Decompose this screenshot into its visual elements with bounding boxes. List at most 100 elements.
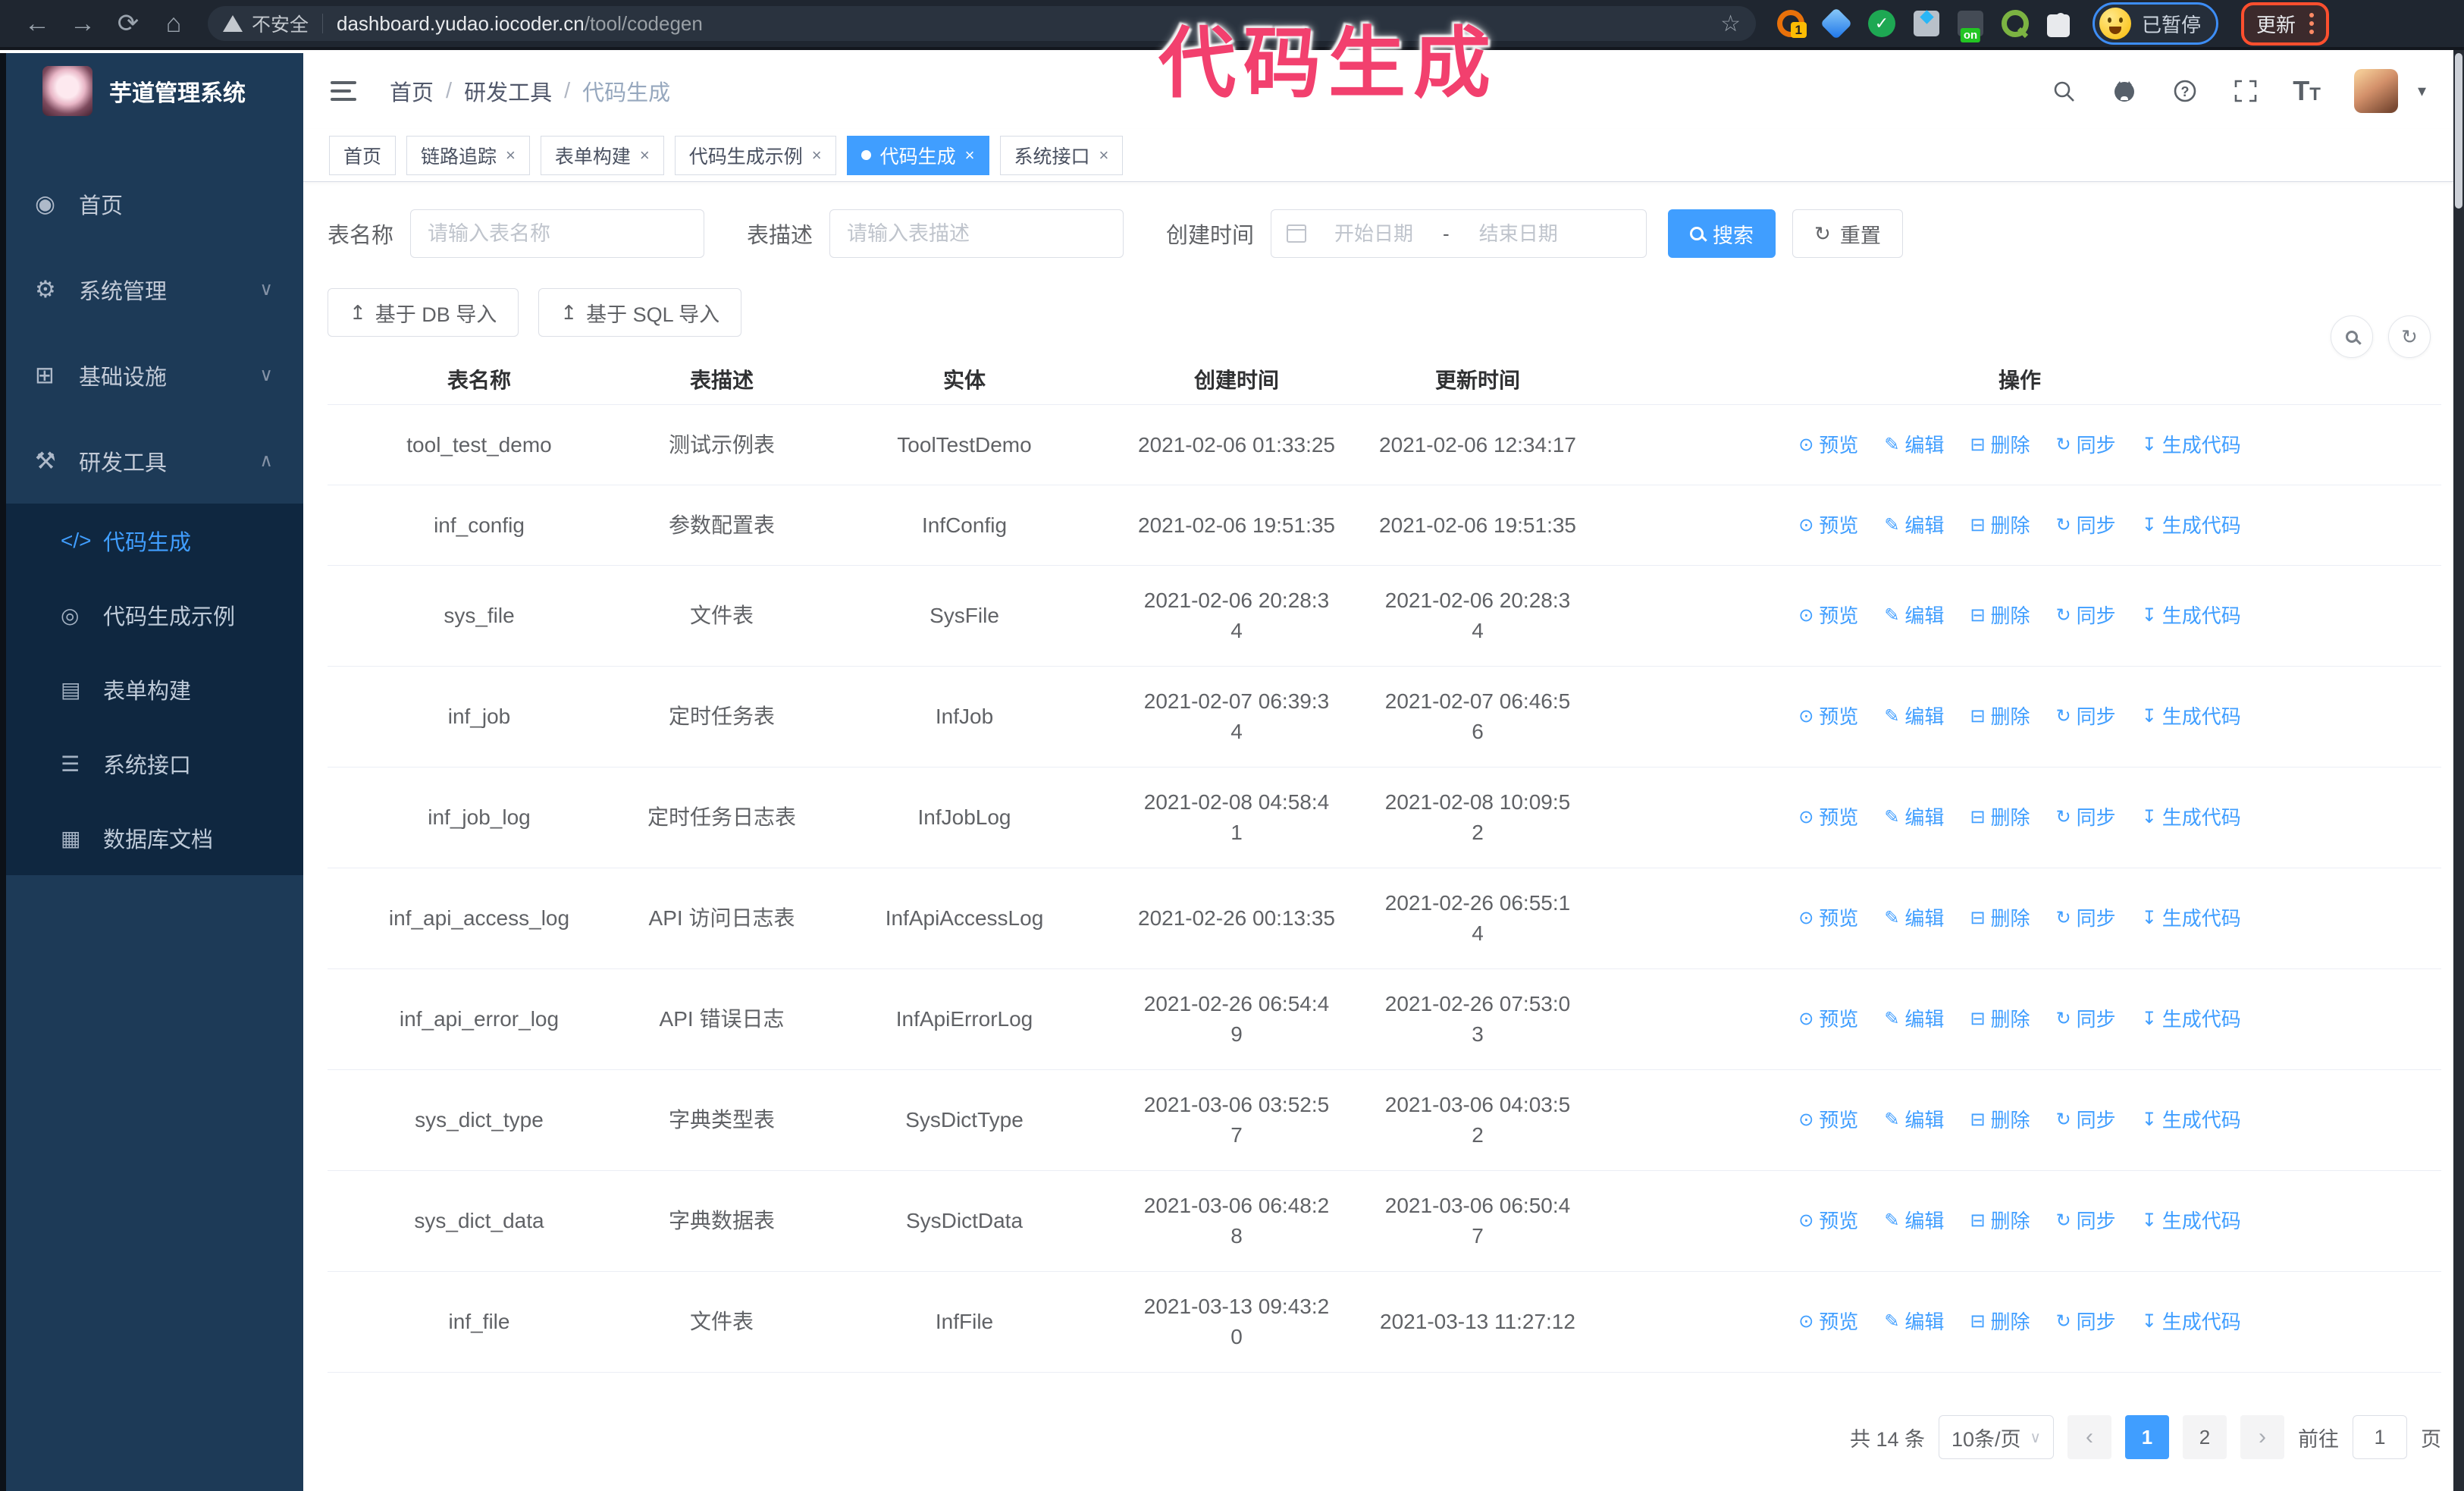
action-sync-link[interactable]: ↻ 同步 <box>2056 510 2116 541</box>
close-icon[interactable]: × <box>506 146 516 165</box>
action-generate-link[interactable]: ↧ 生成代码 <box>2142 1307 2241 1337</box>
action-delete-link[interactable]: ⊟ 删除 <box>1970 1307 2030 1337</box>
sidebar-item-codegen[interactable]: </> 代码生成 <box>6 504 303 578</box>
tab-system-api[interactable]: 系统接口 × <box>999 135 1124 175</box>
table-row[interactable]: inf_api_access_log API 访问日志表 InfApiAcces… <box>328 868 2441 969</box>
tab-tracing[interactable]: 链路追踪 × <box>406 135 530 175</box>
action-preview-link[interactable]: ⊙ 预览 <box>1798 903 1858 934</box>
action-sync-link[interactable]: ↻ 同步 <box>2056 1105 2116 1135</box>
update-button[interactable]: 更新 <box>2256 10 2296 38</box>
table-row[interactable]: inf_job_log 定时任务日志表 InfJobLog 2021-02-08… <box>328 767 2441 868</box>
table-row[interactable]: inf_api_error_log API 错误日志 InfApiErrorLo… <box>328 969 2441 1070</box>
action-delete-link[interactable]: ⊟ 删除 <box>1970 601 2030 631</box>
action-edit-link[interactable]: ✎ 编辑 <box>1884 601 1944 631</box>
action-preview-link[interactable]: ⊙ 预览 <box>1798 702 1858 732</box>
extension-icon-key[interactable] <box>2002 10 2029 37</box>
tab-home[interactable]: 首页 <box>329 135 397 175</box>
page-button-2[interactable]: 2 <box>2183 1415 2227 1459</box>
table-row[interactable]: tool_test_demo 测试示例表 ToolTestDemo 2021-0… <box>328 405 2441 485</box>
help-icon[interactable]: ? <box>2171 77 2199 105</box>
action-preview-link[interactable]: ⊙ 预览 <box>1798 510 1858 541</box>
action-sync-link[interactable]: ↻ 同步 <box>2056 903 2116 934</box>
extensions-puzzle-icon[interactable] <box>2047 13 2070 37</box>
breadcrumb-devtools[interactable]: 研发工具 <box>464 75 552 107</box>
action-delete-link[interactable]: ⊟ 删除 <box>1970 702 2030 732</box>
action-generate-link[interactable]: ↧ 生成代码 <box>2142 430 2241 460</box>
close-icon[interactable]: × <box>812 146 822 165</box>
action-sync-link[interactable]: ↻ 同步 <box>2056 802 2116 833</box>
action-edit-link[interactable]: ✎ 编辑 <box>1884 702 1944 732</box>
page-button-1[interactable]: 1 <box>2125 1415 2169 1459</box>
bookmark-star-icon[interactable]: ☆ <box>1720 11 1741 37</box>
action-edit-link[interactable]: ✎ 编辑 <box>1884 903 1944 934</box>
sidebar-item-codegen-example[interactable]: ◎ 代码生成示例 <box>6 578 303 652</box>
extension-icon-shield-check[interactable]: ✓ <box>1868 10 1895 37</box>
action-delete-link[interactable]: ⊟ 删除 <box>1970 802 2030 833</box>
table-row[interactable]: inf_config 参数配置表 InfConfig 2021-02-06 19… <box>328 485 2441 566</box>
sidebar-item-home[interactable]: ◉ 首页 <box>6 161 303 246</box>
breadcrumb-home[interactable]: 首页 <box>390 75 434 107</box>
action-sync-link[interactable]: ↻ 同步 <box>2056 1206 2116 1236</box>
search-button[interactable]: 搜索 <box>1668 209 1776 258</box>
action-preview-link[interactable]: ⊙ 预览 <box>1798 1206 1858 1236</box>
table-row[interactable]: inf_job 定时任务表 InfJob 2021-02-07 06:39:3 … <box>328 667 2441 767</box>
date-range-picker[interactable]: - <box>1271 209 1647 258</box>
fullscreen-icon[interactable] <box>2232 77 2259 105</box>
action-preview-link[interactable]: ⊙ 预览 <box>1798 802 1858 833</box>
action-generate-link[interactable]: ↧ 生成代码 <box>2142 1206 2241 1236</box>
action-delete-link[interactable]: ⊟ 删除 <box>1970 1206 2030 1236</box>
sidebar-item-devtools[interactable]: ⚒ 研发工具 ∧ <box>6 418 303 504</box>
avatar-caret-icon[interactable]: ▾ <box>2418 81 2426 101</box>
next-page-button[interactable]: › <box>2240 1415 2284 1459</box>
action-sync-link[interactable]: ↻ 同步 <box>2056 1004 2116 1034</box>
sidebar-logo[interactable]: 芋道管理系统 <box>6 53 303 129</box>
action-generate-link[interactable]: ↧ 生成代码 <box>2142 510 2241 541</box>
jump-page-input[interactable] <box>2353 1415 2407 1459</box>
reset-button[interactable]: ↻ 重置 <box>1792 209 1903 258</box>
extension-icon-orange[interactable]: 1 <box>1777 10 1807 38</box>
close-icon[interactable]: × <box>640 146 650 165</box>
browser-profile-chip[interactable]: 已暂停 <box>2093 2 2219 45</box>
table-desc-input[interactable] <box>829 209 1124 258</box>
action-edit-link[interactable]: ✎ 编辑 <box>1884 802 1944 833</box>
back-icon[interactable]: ← <box>20 9 55 39</box>
tab-codegen[interactable]: 代码生成 × <box>846 135 989 175</box>
scrollbar[interactable] <box>2453 50 2464 1491</box>
home-icon[interactable]: ⌂ <box>156 9 191 39</box>
action-edit-link[interactable]: ✎ 编辑 <box>1884 1105 1944 1135</box>
action-delete-link[interactable]: ⊟ 删除 <box>1970 1105 2030 1135</box>
user-avatar[interactable] <box>2353 69 2398 113</box>
action-sync-link[interactable]: ↻ 同步 <box>2056 702 2116 732</box>
tab-form-builder[interactable]: 表单构建 × <box>540 135 664 175</box>
table-row[interactable]: sys_dict_type 字典类型表 SysDictType 2021-03-… <box>328 1070 2441 1171</box>
reload-icon[interactable]: ⟳ <box>111 8 146 39</box>
action-sync-link[interactable]: ↻ 同步 <box>2056 1307 2116 1337</box>
tab-codegen-example[interactable]: 代码生成示例 × <box>674 135 836 175</box>
action-edit-link[interactable]: ✎ 编辑 <box>1884 1206 1944 1236</box>
font-size-icon[interactable]: TT <box>2293 75 2321 107</box>
search-icon[interactable] <box>2050 77 2077 105</box>
end-date-input[interactable] <box>1461 221 1575 246</box>
table-row[interactable]: sys_dict_data 字典数据表 SysDictData 2021-03-… <box>328 1171 2441 1272</box>
action-generate-link[interactable]: ↧ 生成代码 <box>2142 702 2241 732</box>
action-preview-link[interactable]: ⊙ 预览 <box>1798 1105 1858 1135</box>
refresh-table-button[interactable]: ↻ <box>2388 315 2431 358</box>
action-edit-link[interactable]: ✎ 编辑 <box>1884 1307 1944 1337</box>
start-date-input[interactable] <box>1317 221 1431 246</box>
action-sync-link[interactable]: ↻ 同步 <box>2056 601 2116 631</box>
action-preview-link[interactable]: ⊙ 预览 <box>1798 1004 1858 1034</box>
action-preview-link[interactable]: ⊙ 预览 <box>1798 1307 1858 1337</box>
forward-icon[interactable]: → <box>65 9 100 39</box>
prev-page-button[interactable]: ‹ <box>2067 1415 2111 1459</box>
import-db-button[interactable]: ↥ 基于 DB 导入 <box>328 288 519 337</box>
action-preview-link[interactable]: ⊙ 预览 <box>1798 430 1858 460</box>
action-delete-link[interactable]: ⊟ 删除 <box>1970 903 2030 934</box>
action-edit-link[interactable]: ✎ 编辑 <box>1884 1004 1944 1034</box>
extension-icon-gem[interactable] <box>1820 7 1853 40</box>
extension-icon-database[interactable]: on <box>1958 11 1983 42</box>
close-icon[interactable]: × <box>965 146 975 165</box>
action-generate-link[interactable]: ↧ 生成代码 <box>2142 1105 2241 1135</box>
table-name-input[interactable] <box>410 209 705 258</box>
table-row[interactable]: sys_file 文件表 SysFile 2021-02-06 20:28:3 … <box>328 566 2441 667</box>
action-delete-link[interactable]: ⊟ 删除 <box>1970 1004 2030 1034</box>
